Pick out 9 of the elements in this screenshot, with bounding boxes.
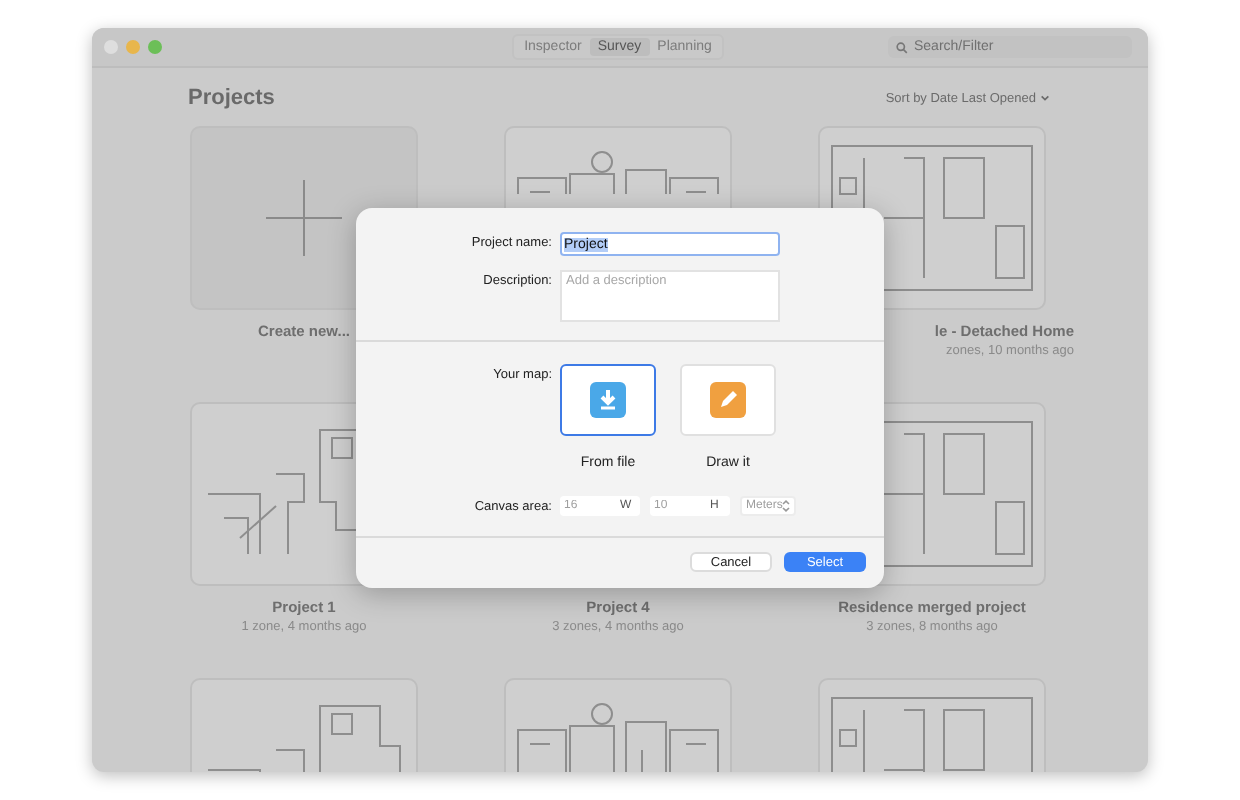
plus-icon (266, 180, 342, 256)
minimize-icon[interactable] (126, 40, 140, 54)
download-icon (590, 382, 626, 418)
stepper-icon (782, 500, 791, 512)
pencil-icon (710, 382, 746, 418)
page-heading: Projects (188, 86, 275, 110)
zoom-icon[interactable] (148, 40, 162, 54)
search-icon (896, 41, 908, 53)
chevron-down-icon (1040, 94, 1050, 102)
